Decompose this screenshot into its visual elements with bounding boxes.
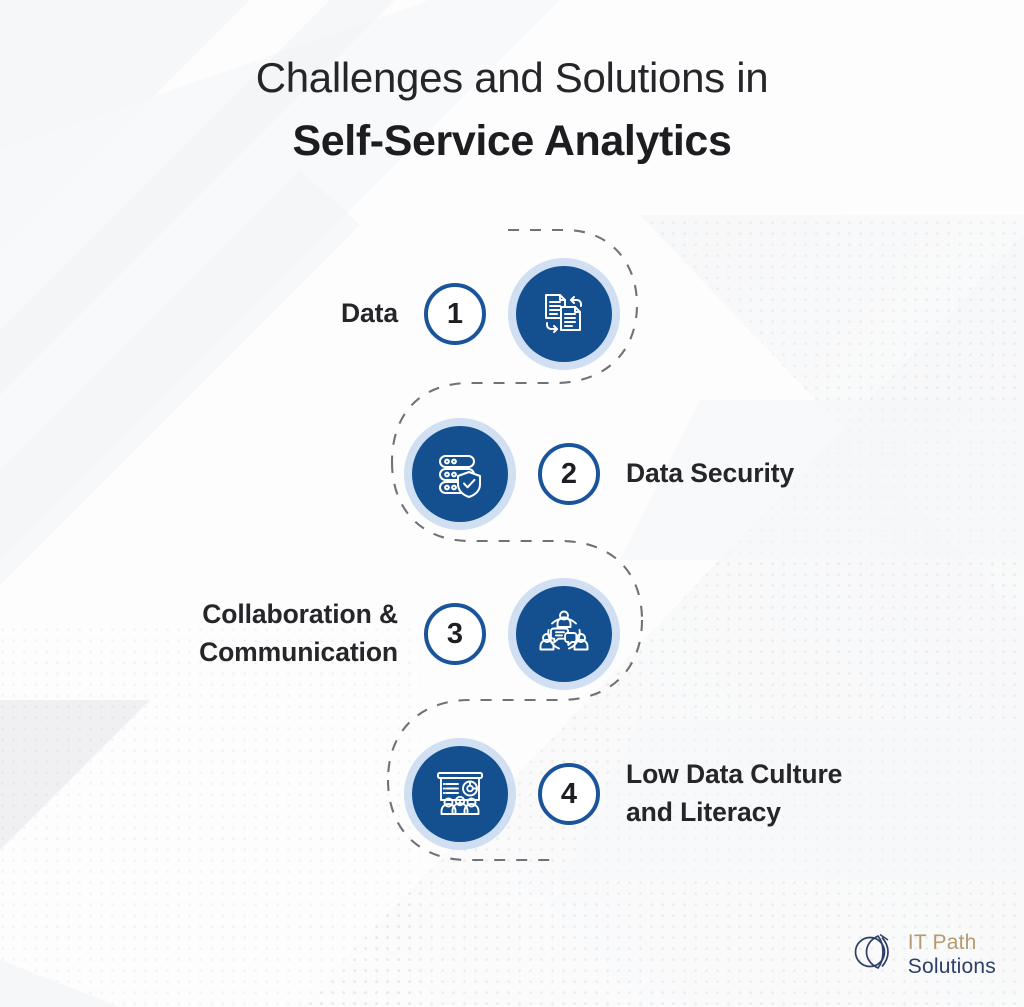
step-2-number[interactable]: 2	[538, 443, 600, 505]
step-3-number[interactable]: 3	[424, 603, 486, 665]
step-row-3: Collaboration & Communication 3	[100, 578, 620, 690]
infographic-canvas: Challenges and Solutions in Self-Service…	[0, 0, 1024, 1007]
presentation-audience-icon	[437, 772, 483, 815]
brand-logo[interactable]: IT Path Solutions	[850, 928, 996, 981]
step-row-1: Data 1	[180, 258, 620, 370]
server-shield-icon	[439, 455, 481, 498]
crescent-circles-icon	[854, 933, 889, 970]
step-3-icon-disc[interactable]	[508, 578, 620, 690]
icon-circle	[412, 426, 508, 522]
step-1-icon-disc[interactable]	[508, 258, 620, 370]
icon-circle	[516, 266, 612, 362]
team-collaboration-icon	[539, 610, 589, 651]
logo-wordmark: IT Path Solutions	[908, 931, 996, 978]
title-line-1: Challenges and Solutions in	[255, 54, 769, 101]
step-row-4: 4 Low Data Culture and Literacy	[404, 738, 934, 850]
step-4-number[interactable]: 4	[538, 763, 600, 825]
step-4-label: Low Data Culture and Literacy	[626, 759, 843, 827]
title-line-2: Self-Service Analytics	[292, 117, 732, 166]
logo-mark-icon	[850, 928, 898, 981]
icon-circle	[516, 586, 612, 682]
page-title: Challenges and Solutions in Self-Service…	[0, 52, 1024, 168]
step-3-label: Collaboration & Communication	[199, 599, 398, 667]
step-2-icon-disc[interactable]	[404, 418, 516, 530]
logo-text-bottom: Solutions	[907, 954, 996, 978]
logo-text-top: IT Path	[907, 930, 977, 954]
step-row-2: 2 Data Security	[404, 418, 924, 530]
step-1-label: Data	[340, 298, 398, 329]
step-1-number[interactable]: 1	[424, 283, 486, 345]
step-2-label: Data Security	[626, 458, 795, 489]
step-4-icon-disc[interactable]	[404, 738, 516, 850]
document-sync-icon	[545, 294, 582, 333]
icon-circle	[412, 746, 508, 842]
